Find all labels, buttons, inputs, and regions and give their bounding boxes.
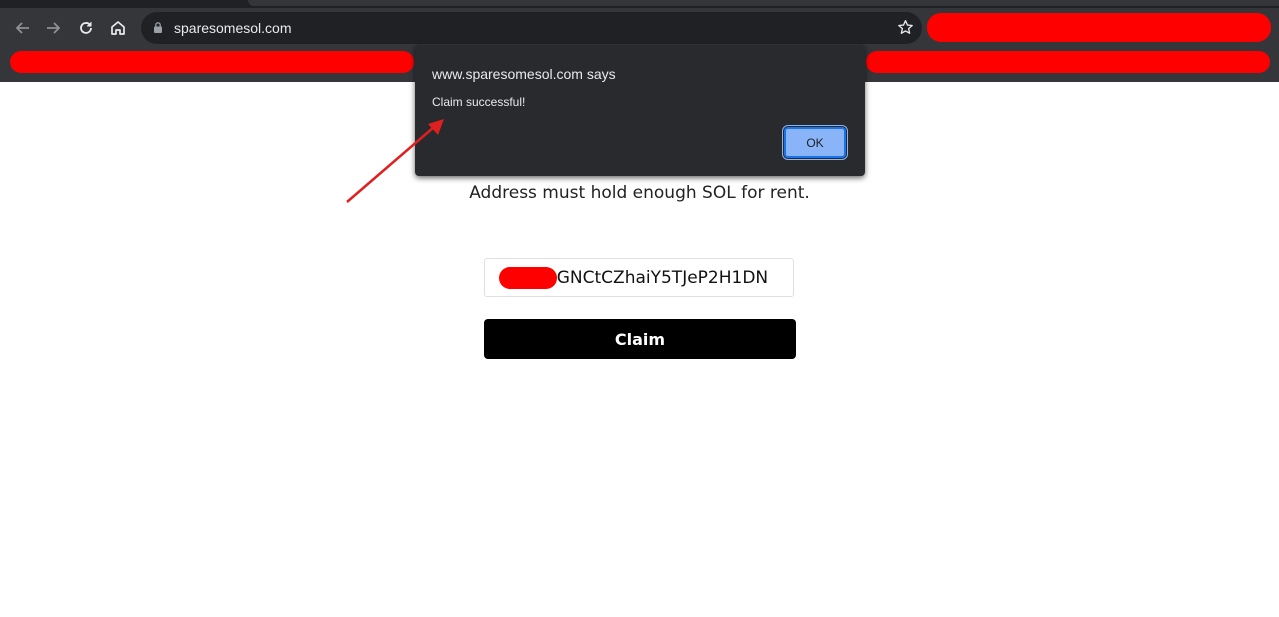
alert-dialog: www.sparesomesol.com says Claim successf…	[415, 45, 865, 176]
home-icon[interactable]	[104, 14, 132, 42]
dialog-title: www.sparesomesol.com says	[432, 66, 616, 82]
redacted-address-prefix	[499, 267, 557, 289]
url-text: sparesomesol.com	[174, 20, 292, 36]
back-icon[interactable]	[8, 14, 36, 42]
annotation-arrow-icon	[346, 119, 444, 203]
reload-icon[interactable]	[72, 14, 100, 42]
star-icon[interactable]	[897, 19, 914, 41]
redacted-bookmarks-left	[10, 51, 414, 73]
forward-icon[interactable]	[40, 14, 68, 42]
ok-button[interactable]: OK	[782, 125, 848, 160]
dialog-message: Claim successful!	[432, 95, 526, 109]
tab-strip	[248, 0, 1279, 6]
rent-hint-text: Address must hold enough SOL for rent.	[469, 183, 810, 203]
redacted-profile-area	[927, 13, 1271, 42]
claim-button[interactable]: Claim	[484, 319, 796, 359]
redacted-bookmarks-right	[866, 51, 1270, 73]
lock-icon[interactable]	[153, 21, 163, 39]
address-bar[interactable]: sparesomesol.com	[141, 12, 922, 44]
address-value: TUzGNCtCZhaiY5TJeP2H1DN	[525, 268, 769, 288]
